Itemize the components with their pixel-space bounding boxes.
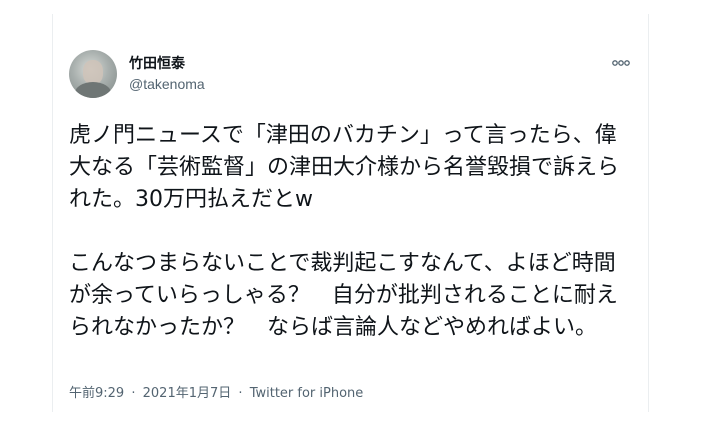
more-options-button[interactable] (609, 54, 633, 72)
avatar[interactable] (69, 50, 117, 98)
avatar-face (83, 60, 103, 84)
more-dots-icon (612, 60, 630, 66)
tweet-card: 竹田恒泰 @takenoma 虎ノ門ニュースで「津田のバカチン」って言ったら、偉… (52, 14, 649, 412)
tweet-header: 竹田恒泰 @takenoma (69, 50, 630, 100)
author-info[interactable]: 竹田恒泰 @takenoma (129, 55, 205, 93)
tweet-text: 虎ノ門ニュースで「津田のバカチン」って言ったら、偉大なる「芸術監督」の津田大介様… (69, 123, 620, 340)
tweet-source[interactable]: Twitter for iPhone (250, 386, 364, 401)
author-handle[interactable]: @takenoma (129, 75, 205, 93)
tweet-date[interactable]: 2021年1月7日 (143, 386, 232, 401)
tweet-time[interactable]: 午前9:29 (69, 386, 124, 401)
author-display-name[interactable]: 竹田恒泰 (129, 55, 205, 73)
meta-separator: · (131, 386, 136, 401)
tweet-meta: 午前9:29 · 2021年1月7日 · Twitter for iPhone (69, 385, 363, 403)
avatar-body (75, 82, 111, 98)
meta-separator-2: · (238, 386, 243, 401)
